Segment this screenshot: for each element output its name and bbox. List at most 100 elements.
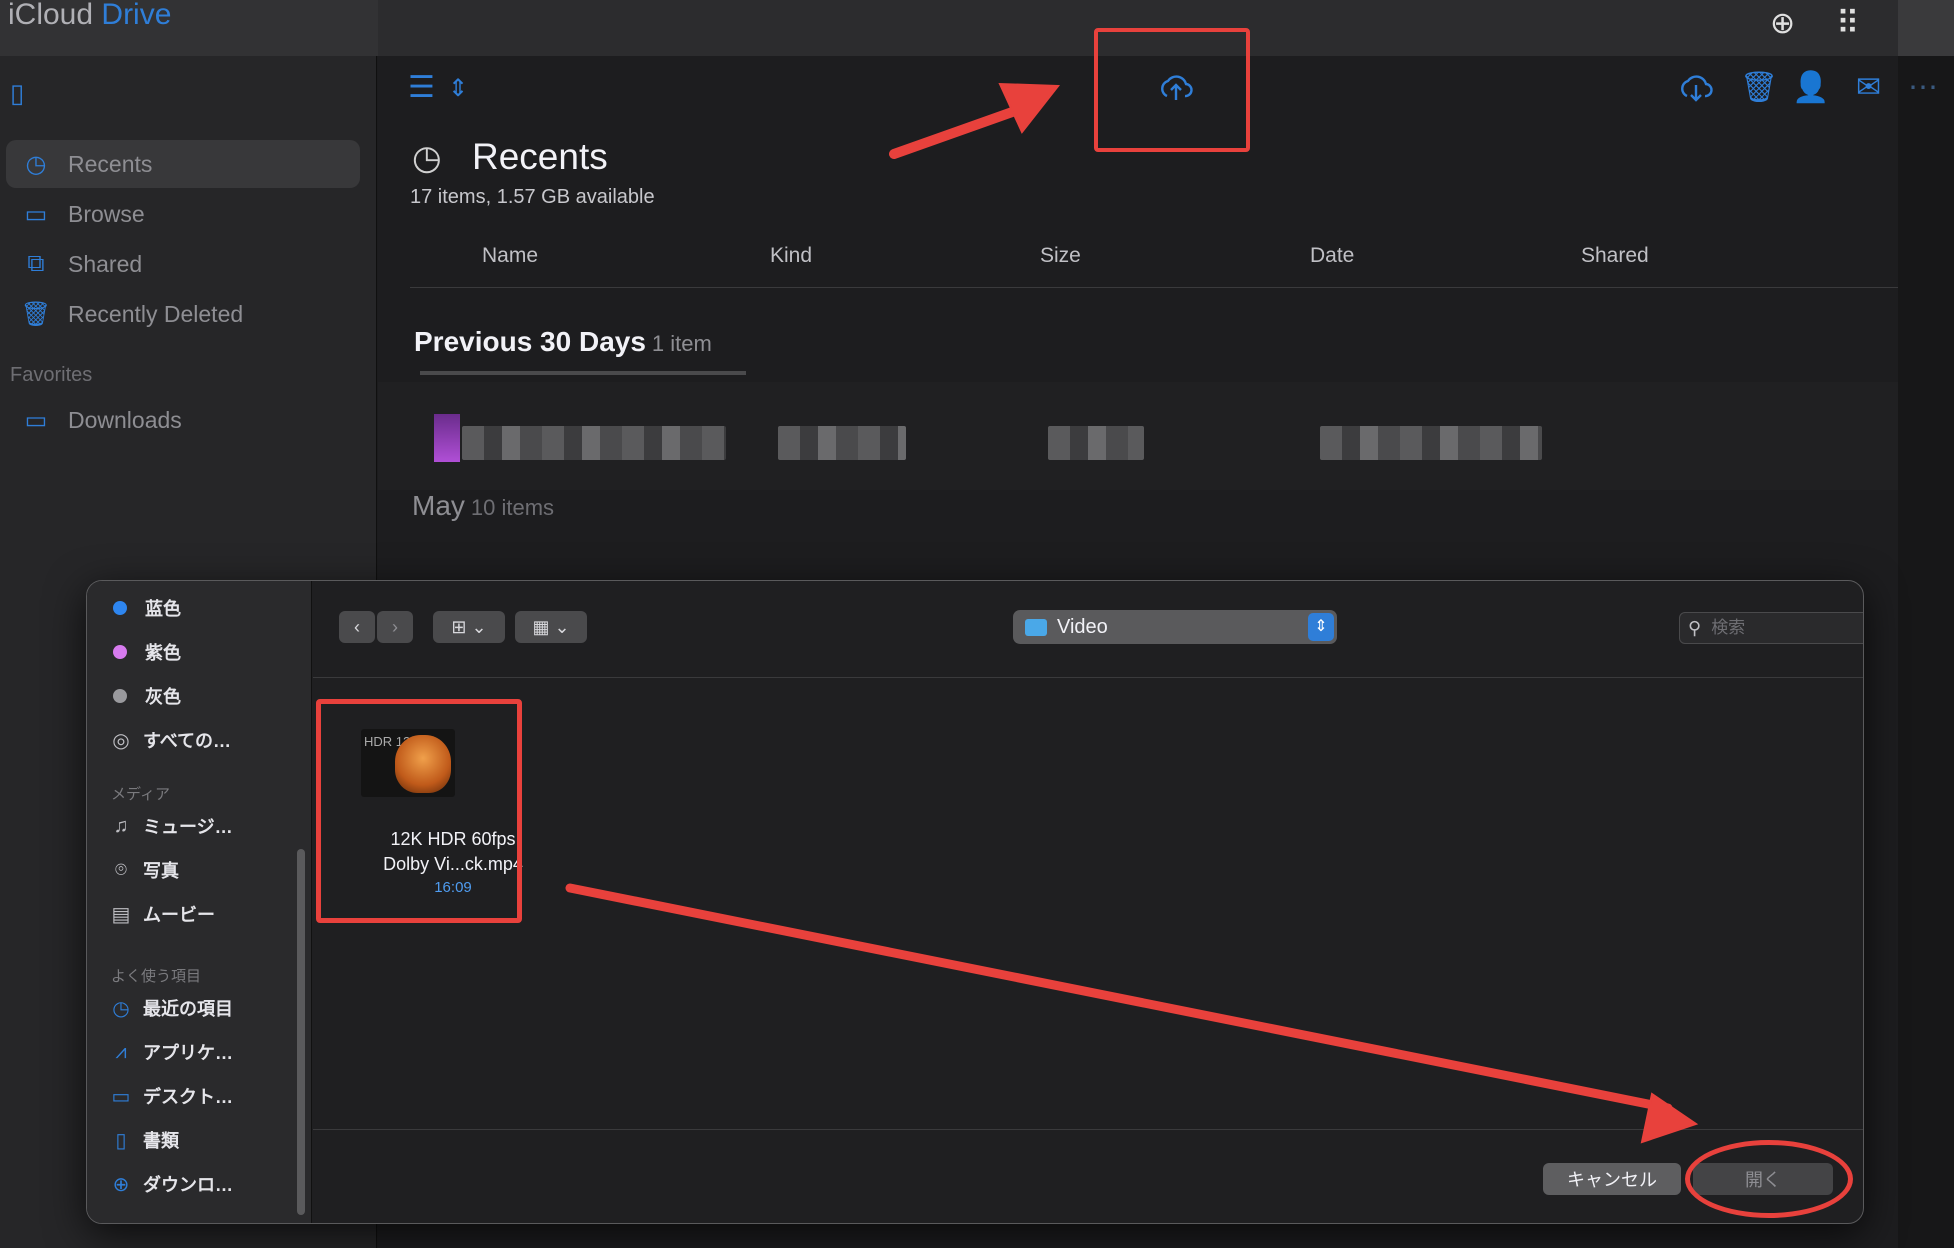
media-label: 写真 xyxy=(143,861,179,881)
download-cloud-icon[interactable] xyxy=(1678,72,1714,112)
sidebar-item-downloads[interactable]: ▭ Downloads xyxy=(6,396,360,444)
all-tags-icon: ◎ xyxy=(112,729,130,752)
sidebar-item-label: Downloads xyxy=(68,406,182,433)
column-header-date[interactable]: Date xyxy=(1310,244,1354,268)
view-mode-button[interactable]: ⊞ ⌄ xyxy=(433,611,505,643)
sidebar-item-label: Browse xyxy=(68,200,145,227)
sidebar-item-shared[interactable]: ⧉ Shared xyxy=(6,240,360,288)
tag-item-blue[interactable]: 蓝色 xyxy=(113,595,181,621)
dialog-toolbar: ‹ › ⊞ ⌄ ▦ ⌄ Video ⇕ ⚲ xyxy=(313,581,1863,678)
sidebar-item-label: Shared xyxy=(68,250,143,277)
list-view-icon[interactable]: ☰ xyxy=(408,70,435,105)
forward-button[interactable]: › xyxy=(377,611,413,643)
favorites-heading: Favorites xyxy=(10,364,93,386)
favorite-label: アプリケ… xyxy=(143,1043,233,1063)
tag-label: 灰色 xyxy=(145,687,181,707)
media-heading: メディア xyxy=(111,786,170,803)
column-header-name[interactable]: Name xyxy=(482,244,538,268)
mail-icon[interactable]: ✉ xyxy=(1856,70,1881,105)
tag-label: すべての… xyxy=(143,731,232,751)
document-icon: ▯ xyxy=(115,1129,127,1152)
favorite-item-recents[interactable]: ◷ 最近の項目 xyxy=(109,995,233,1021)
media-item-movies[interactable]: ▤ ムービー xyxy=(109,901,215,927)
chevron-updown-icon: ⇕ xyxy=(1308,613,1334,641)
tag-item-gray[interactable]: 灰色 xyxy=(113,683,181,709)
favorite-label: ダウンロ… xyxy=(143,1175,233,1195)
blurred-file-kind xyxy=(778,426,906,460)
right-edge-cap xyxy=(1898,0,1954,56)
chevron-left-icon: ‹ xyxy=(354,616,360,637)
tag-item-all[interactable]: ◎ すべての… xyxy=(109,727,231,753)
column-header-kind[interactable]: Kind xyxy=(770,244,812,268)
tag-label: 紫色 xyxy=(145,643,181,663)
storage-summary: 17 items, 1.57 GB available xyxy=(410,186,655,208)
tag-dot-icon xyxy=(113,601,127,615)
section-count: 1 item xyxy=(651,331,712,356)
more-options-icon[interactable]: ⋯ xyxy=(1908,70,1938,105)
favorite-item-documents[interactable]: ▯ 書類 xyxy=(109,1127,179,1153)
folder-name: Video xyxy=(1057,615,1108,638)
sidebar-scrollbar[interactable] xyxy=(297,849,305,1215)
section-title: May xyxy=(412,490,465,521)
chevron-right-icon: › xyxy=(392,616,398,637)
header-divider xyxy=(410,287,1898,288)
file-icon-blurred xyxy=(434,414,460,462)
add-circle-icon[interactable]: ⊕ xyxy=(1770,6,1795,41)
column-header-shared[interactable]: Shared xyxy=(1581,244,1649,268)
folder-location-select[interactable]: Video ⇕ xyxy=(1013,610,1337,644)
upload-highlight-box xyxy=(1094,28,1250,152)
group-view-icon: ▦ ⌄ xyxy=(532,616,570,637)
tag-label: 蓝色 xyxy=(145,599,181,619)
media-item-music[interactable]: ♫ ミュージ… xyxy=(109,813,233,839)
favorite-label: デスクト… xyxy=(143,1087,233,1107)
sidebar-toggle-icon[interactable]: ▯ xyxy=(10,78,24,109)
blurred-file-size xyxy=(1048,426,1144,460)
folder-icon: ▭ xyxy=(24,200,48,228)
favorite-item-applications[interactable]: ⩘ アプリケ… xyxy=(109,1039,233,1065)
folder-icon: ▭ xyxy=(24,406,48,434)
sidebar-item-recents[interactable]: ◷ Recents xyxy=(6,140,360,188)
clock-icon: ◷ xyxy=(412,139,442,177)
music-note-icon: ♫ xyxy=(113,814,129,837)
group-mode-button[interactable]: ▦ ⌄ xyxy=(515,611,587,643)
favorites-heading: よく使う項目 xyxy=(111,968,202,985)
app-grid-icon[interactable]: ⠿ xyxy=(1836,4,1859,42)
favorite-label: 書類 xyxy=(143,1131,179,1151)
section-header-previous-30-days: Previous 30 Days 1 item xyxy=(414,326,712,358)
tag-item-purple[interactable]: 紫色 xyxy=(113,639,181,665)
trash-icon: 🗑 xyxy=(20,300,52,328)
dialog-sidebar: 蓝色 紫色 灰色 ◎ すべての… メディア ♫ ミュージ… ⌾ 写真 ▤ ムービ… xyxy=(87,581,312,1223)
open-button-highlight-ellipse xyxy=(1685,1140,1853,1218)
section-title: Previous 30 Days xyxy=(414,326,646,357)
favorite-item-desktop[interactable]: ▭ デスクト… xyxy=(109,1083,233,1109)
media-label: ムービー xyxy=(143,905,215,925)
sidebar-item-browse[interactable]: ▭ Browse xyxy=(6,190,360,238)
film-icon: ▤ xyxy=(111,903,131,926)
favorite-label: 最近の項目 xyxy=(143,999,233,1019)
favorite-item-downloads[interactable]: ⊕ ダウンロ… xyxy=(109,1171,233,1197)
sort-chevrons-icon[interactable]: ⇕ xyxy=(448,74,468,103)
sidebar-item-label: Recently Deleted xyxy=(68,300,244,327)
back-button[interactable]: ‹ xyxy=(339,611,375,643)
cancel-button[interactable]: キャンセル xyxy=(1543,1163,1681,1195)
app-title: iCloud Drive xyxy=(8,0,171,32)
trash-icon[interactable]: 🗑 xyxy=(1740,70,1778,105)
column-header-size[interactable]: Size xyxy=(1040,244,1081,268)
sidebar-item-recently-deleted[interactable]: 🗑 Recently Deleted xyxy=(6,290,360,338)
blurred-file-date xyxy=(1320,426,1542,460)
search-input[interactable] xyxy=(1709,617,1863,639)
applications-icon: ⩘ xyxy=(115,1040,127,1063)
shared-folder-icon: ⧉ xyxy=(27,250,45,277)
search-field[interactable]: ⚲ xyxy=(1679,612,1863,644)
folder-icon xyxy=(1025,618,1047,636)
section-underline xyxy=(420,371,746,375)
file-highlight-box xyxy=(316,699,522,923)
grid-view-icon: ⊞ ⌄ xyxy=(451,616,487,637)
sidebar-item-label: Recents xyxy=(68,150,153,177)
tag-dot-icon xyxy=(113,645,127,659)
media-item-photos[interactable]: ⌾ 写真 xyxy=(109,857,179,883)
media-label: ミュージ… xyxy=(143,817,233,837)
camera-icon: ⌾ xyxy=(115,858,127,881)
share-person-icon[interactable]: 👤 xyxy=(1792,70,1829,105)
blurred-file-name[interactable] xyxy=(462,426,726,460)
